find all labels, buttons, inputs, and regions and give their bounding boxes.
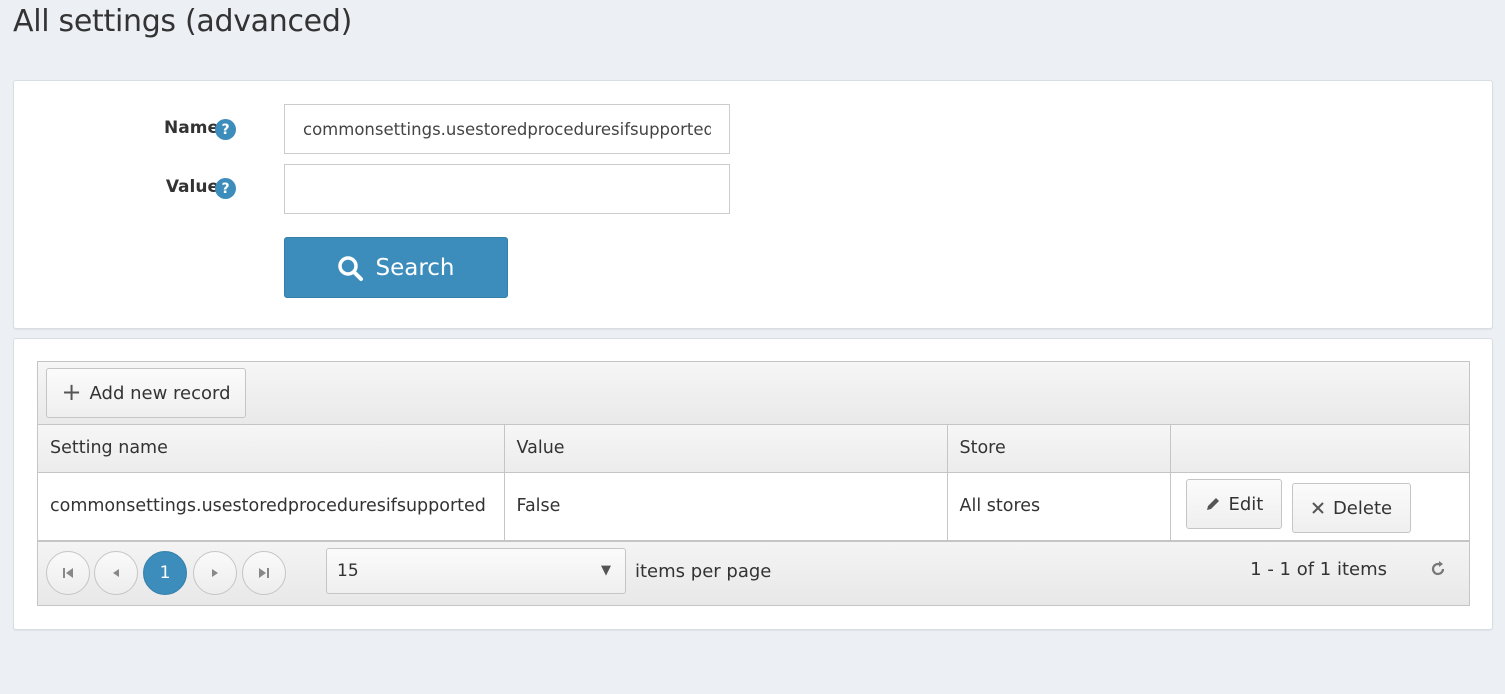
close-icon bbox=[1312, 502, 1324, 514]
page-size-value: 15 bbox=[337, 561, 359, 581]
help-icon[interactable]: ? bbox=[215, 178, 236, 199]
edit-button-label: Edit bbox=[1228, 493, 1264, 515]
table-row: commonsettings.usestoredproceduresifsupp… bbox=[38, 472, 1469, 541]
column-header-value[interactable]: Value bbox=[504, 425, 948, 473]
name-input[interactable] bbox=[284, 104, 730, 154]
page-size-select[interactable]: 15 ▼ bbox=[326, 548, 626, 594]
pencil-icon bbox=[1206, 498, 1219, 510]
delete-button[interactable]: Delete bbox=[1291, 483, 1412, 533]
column-header-setting-name[interactable]: Setting name bbox=[38, 425, 505, 473]
search-panel: Name ? Value ? Search bbox=[13, 80, 1493, 329]
cell-value: False bbox=[504, 472, 948, 541]
table-header-row: Setting name Value Store bbox=[38, 425, 1469, 473]
items-per-page-label: items per page bbox=[635, 561, 772, 582]
page-title: All settings (advanced) bbox=[13, 4, 352, 39]
add-new-record-label: Add new record bbox=[89, 382, 231, 404]
settings-grid: + Add new record Setting name Value Stor… bbox=[37, 361, 1470, 606]
next-page-icon[interactable] bbox=[193, 551, 237, 595]
help-icon[interactable]: ? bbox=[215, 119, 236, 140]
plus-icon: + bbox=[61, 378, 82, 406]
search-button-label: Search bbox=[375, 254, 455, 281]
pager-summary: 1 - 1 of 1 items bbox=[1250, 559, 1387, 580]
name-label: Name bbox=[164, 118, 219, 138]
cell-store: All stores bbox=[947, 472, 1171, 541]
refresh-icon[interactable] bbox=[1429, 559, 1447, 584]
grid-pager: 1 15 ▼ items per page 1 - 1 of 1 items bbox=[38, 541, 1469, 605]
value-input[interactable] bbox=[284, 164, 730, 214]
search-button[interactable]: Search bbox=[284, 237, 508, 298]
grid-panel: + Add new record Setting name Value Stor… bbox=[13, 338, 1493, 630]
search-icon bbox=[338, 255, 364, 281]
first-page-icon[interactable] bbox=[46, 551, 90, 595]
last-page-icon[interactable] bbox=[242, 551, 286, 595]
settings-table: Setting name Value Store commonsettings.… bbox=[38, 425, 1469, 541]
value-label: Value bbox=[165, 177, 219, 197]
column-header-actions bbox=[1170, 425, 1469, 473]
delete-button-label: Delete bbox=[1332, 497, 1393, 519]
previous-page-icon[interactable] bbox=[94, 551, 138, 595]
cell-setting-name: commonsettings.usestoredproceduresifsupp… bbox=[38, 472, 505, 541]
cell-actions: Edit Delete bbox=[1170, 472, 1469, 541]
page-number-button[interactable]: 1 bbox=[143, 551, 187, 595]
chevron-down-icon: ▼ bbox=[601, 563, 611, 578]
edit-button[interactable]: Edit bbox=[1185, 479, 1283, 529]
grid-toolbar: + Add new record bbox=[38, 362, 1469, 425]
add-new-record-button[interactable]: + Add new record bbox=[46, 368, 246, 418]
column-header-store[interactable]: Store bbox=[947, 425, 1171, 473]
